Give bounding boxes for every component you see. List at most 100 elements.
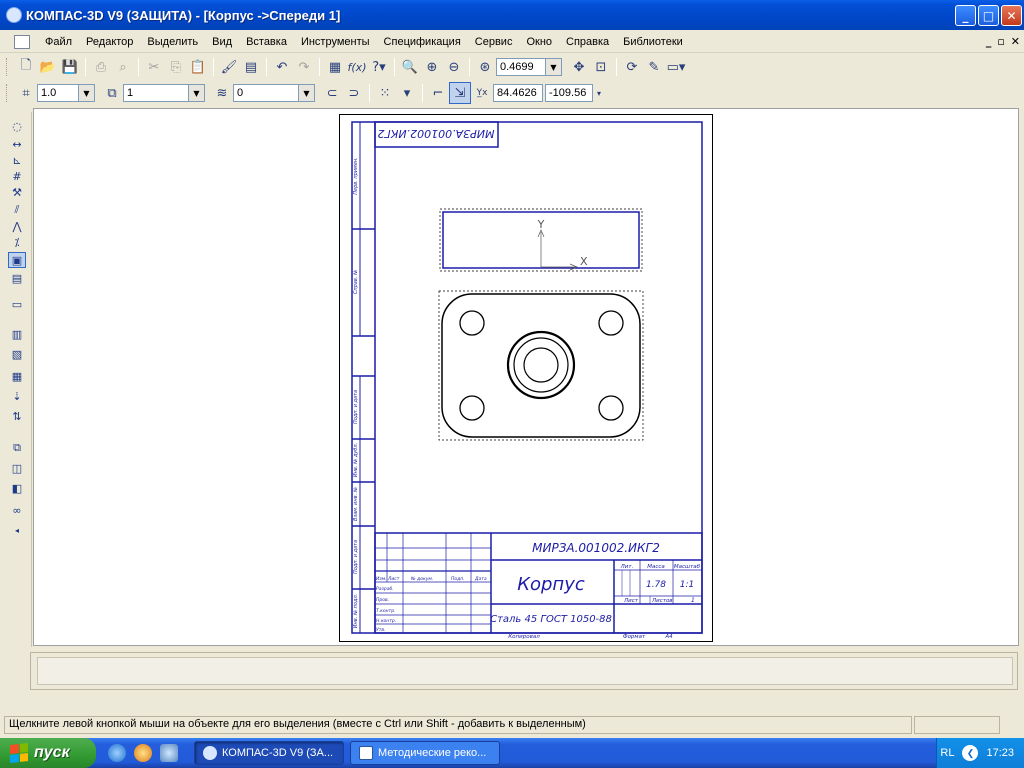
kompas-app-icon[interactable] — [6, 7, 22, 23]
properties-panel-content[interactable] — [37, 657, 1013, 685]
copy-properties-icon[interactable]: 🖌 — [218, 56, 240, 78]
title-bar[interactable]: КОМПАС-3D V9 (ЗАЩИТА) - [Корпус ->Сперед… — [0, 0, 1024, 30]
break-view-icon[interactable]: ◫ — [8, 460, 26, 476]
menu-editor[interactable]: Редактор — [79, 36, 140, 48]
menu-file[interactable]: Файл — [38, 36, 79, 48]
select-icon[interactable]: ⁒ — [8, 234, 26, 250]
manager-icon[interactable]: ▦ — [324, 56, 346, 78]
zoom-combo[interactable]: 0.4699 ▼ — [496, 58, 562, 76]
drawing-canvas[interactable]: МИРЗА.001002.ИКГ2 Перв. примен. Справ. №… — [33, 108, 1019, 646]
zoom-icon[interactable]: 🔍 — [399, 56, 421, 78]
layer-combo[interactable]: 0 ▼ — [233, 84, 315, 102]
hatch-icon[interactable]: # — [8, 168, 26, 184]
media-player-icon[interactable] — [134, 744, 152, 762]
ortho-mode-icon[interactable]: ⌐ — [427, 82, 449, 104]
copy-icon[interactable]: ⎘ — [165, 56, 187, 78]
chevron-down-icon[interactable]: ▼ — [299, 84, 315, 102]
toolbar-grip[interactable] — [6, 84, 9, 102]
zoom-in-icon[interactable]: ⊕ — [421, 56, 443, 78]
pan-icon[interactable]: ✥ — [568, 56, 590, 78]
round-coords-icon[interactable]: ⇲ — [449, 82, 471, 104]
minimize-button[interactable]: _ — [955, 5, 976, 26]
internet-explorer-icon[interactable] — [108, 744, 126, 762]
menu-help[interactable]: Справка — [559, 36, 616, 48]
undo-icon[interactable]: ↶ — [271, 56, 293, 78]
toolbar-grip[interactable] — [6, 58, 9, 76]
zoom-fit-icon[interactable]: ⊡ — [590, 56, 612, 78]
drawing-sheet[interactable]: МИРЗА.001002.ИКГ2 Перв. примен. Справ. №… — [339, 114, 715, 644]
coord-y-field[interactable]: -109.56 — [545, 84, 593, 102]
cursor-coords-icon[interactable]: Y̲x — [471, 82, 493, 104]
menu-view[interactable]: Вид — [205, 36, 239, 48]
rebuild-icon[interactable]: ⟳ — [621, 56, 643, 78]
style-value-field[interactable]: 1.0 — [37, 84, 79, 102]
section-view-icon[interactable]: ⇣ — [8, 388, 26, 404]
document-icon[interactable] — [14, 34, 30, 49]
more-tools-icon[interactable]: ◂ — [8, 522, 26, 538]
zoom-value-field[interactable]: 0.4699 — [496, 58, 546, 76]
save-icon[interactable]: 💾 — [59, 56, 81, 78]
properties-icon[interactable]: ▤ — [240, 56, 262, 78]
view-panel-icon[interactable]: ▭ — [8, 296, 26, 312]
dimensions-icon[interactable]: ↔ — [8, 136, 26, 152]
layer-value-field[interactable]: 0 — [233, 84, 299, 102]
grid-icon[interactable]: ⁙ — [374, 82, 396, 104]
geometry-icon[interactable]: ◌ — [8, 118, 26, 134]
cut-icon[interactable]: ✂ — [143, 56, 165, 78]
language-indicator[interactable]: RL — [940, 747, 954, 759]
measure-icon[interactable]: ⋀ — [8, 218, 26, 234]
menu-select[interactable]: Выделить — [140, 36, 205, 48]
close-button[interactable]: ✕ — [1001, 5, 1022, 26]
detail-view-icon[interactable]: ⧉ — [8, 440, 26, 456]
doc-restore-button[interactable]: ▫ — [997, 35, 1004, 48]
style-combo[interactable]: 1.0 ▼ — [37, 84, 95, 102]
associative-views-icon[interactable]: ▣ — [8, 252, 26, 268]
local-section-icon[interactable]: ◧ — [8, 480, 26, 496]
view-link-icon[interactable]: ∞ — [8, 502, 26, 518]
coords-dropdown-icon[interactable]: ▾ — [593, 82, 605, 104]
symbols-icon[interactable]: ⊾ — [8, 152, 26, 168]
tray-expand-icon[interactable]: ❮ — [962, 745, 979, 761]
coord-x-field[interactable]: 84.4626 — [493, 84, 543, 102]
menu-tools[interactable]: Инструменты — [294, 36, 377, 48]
redo-icon[interactable]: ↷ — [293, 56, 315, 78]
chevron-down-icon[interactable]: ▼ — [189, 84, 205, 102]
new-document-icon[interactable]: 🗋 — [15, 56, 37, 78]
edit-mode-icon[interactable]: ✎ — [643, 56, 665, 78]
view-icon[interactable]: ⧉ — [101, 82, 123, 104]
display-mode-icon[interactable]: ▭▾ — [665, 56, 687, 78]
local-view-icon[interactable]: ⇅ — [8, 408, 26, 424]
doc-close-button[interactable]: ✕ — [1011, 35, 1020, 48]
show-desktop-icon[interactable] — [160, 744, 178, 762]
local-snap-icon[interactable]: ⊃ — [343, 82, 365, 104]
paste-icon[interactable]: 📋 — [187, 56, 209, 78]
chevron-down-icon[interactable]: ▼ — [546, 58, 562, 76]
line-style-icon[interactable]: ⌗ — [15, 82, 37, 104]
print-icon[interactable]: ⎙ — [90, 56, 112, 78]
menu-specification[interactable]: Спецификация — [377, 36, 468, 48]
menu-libraries[interactable]: Библиотеки — [616, 36, 690, 48]
view-combo[interactable]: 1 ▼ — [123, 84, 205, 102]
zoom-out-icon[interactable]: ⊖ — [443, 56, 465, 78]
task-word-document[interactable]: Методические реко... — [350, 741, 500, 765]
edit-icon[interactable]: ⚒ — [8, 184, 26, 200]
help-icon[interactable]: ?▾ — [368, 56, 390, 78]
grid-dropdown-icon[interactable]: ▾ — [396, 82, 418, 104]
parametrization-icon[interactable]: ⫽ — [8, 202, 26, 218]
print-preview-icon[interactable]: ⌕ — [112, 56, 134, 78]
layer-icon[interactable]: ≋ — [211, 82, 233, 104]
chevron-down-icon[interactable]: ▼ — [79, 84, 95, 102]
maximize-button[interactable]: □ — [978, 5, 999, 26]
projection-view-icon[interactable]: ▧ — [8, 346, 26, 362]
snap-magnet-icon[interactable]: ⊂ — [321, 82, 343, 104]
specification-icon[interactable]: ▤ — [8, 270, 26, 286]
menu-service[interactable]: Сервис — [468, 36, 520, 48]
zoom-scale-icon[interactable]: ⊛ — [474, 56, 496, 78]
open-folder-icon[interactable]: 📂 — [37, 56, 59, 78]
task-kompas[interactable]: КОМПАС-3D V9 (ЗА... — [194, 741, 344, 765]
arrow-view-icon[interactable]: ▦ — [8, 368, 26, 384]
variables-fx-icon[interactable]: f(x) — [346, 56, 368, 78]
menu-window[interactable]: Окно — [519, 36, 559, 48]
view-value-field[interactable]: 1 — [123, 84, 189, 102]
start-button[interactable]: пуск — [0, 738, 96, 768]
